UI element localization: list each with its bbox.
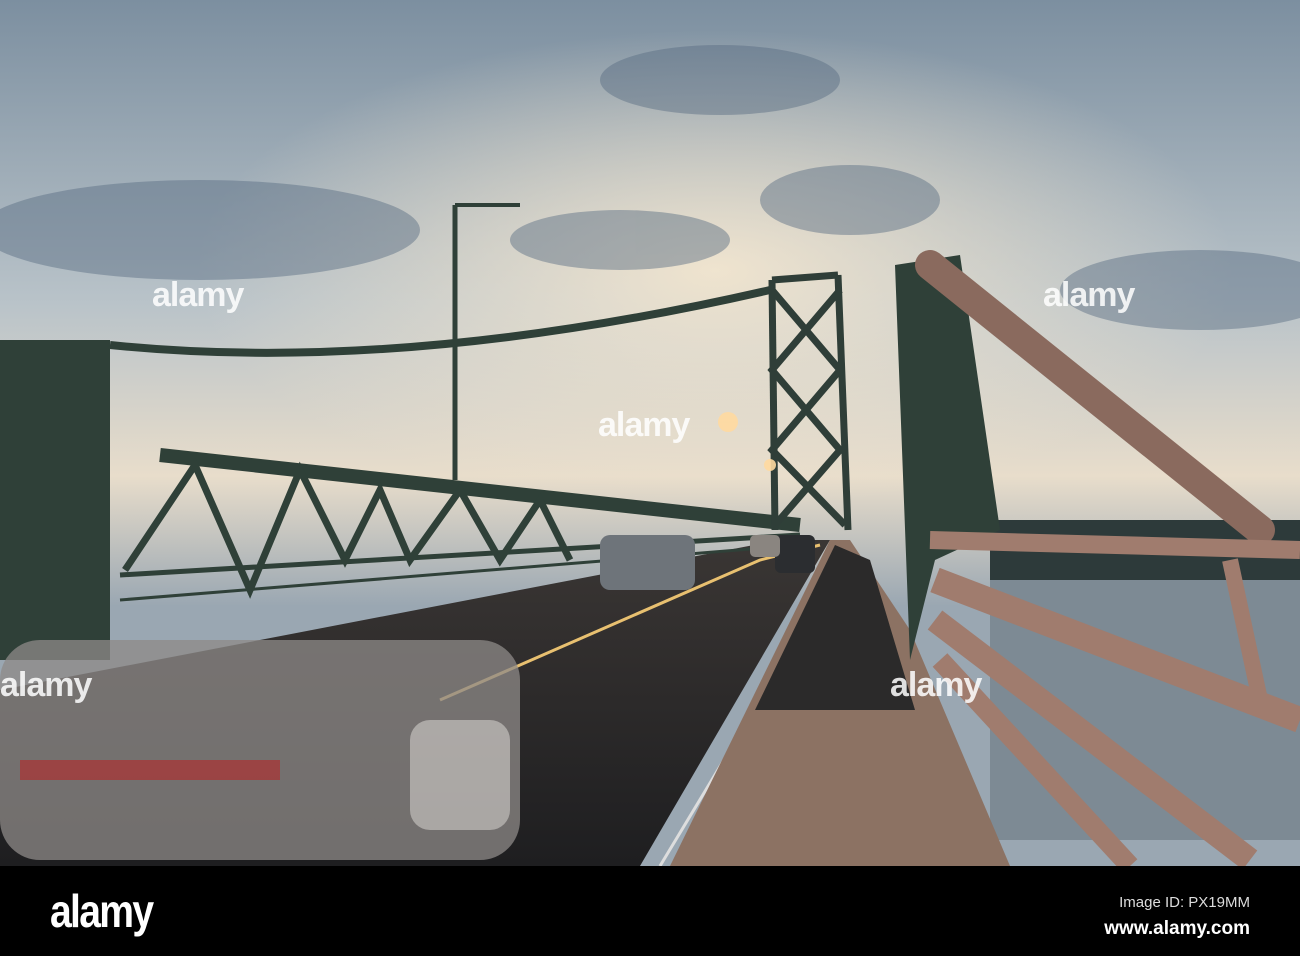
- bridge-photo: alamy alamy alamy alamy alamy: [0, 0, 1300, 866]
- footer-bar: alamy Image ID: PX19MM www.alamy.com: [0, 866, 1300, 956]
- website-link[interactable]: www.alamy.com: [1104, 918, 1250, 940]
- car: [600, 535, 695, 590]
- watermark: alamy: [0, 666, 92, 704]
- car: [750, 535, 780, 557]
- image-id: Image ID: PX19MM: [1119, 894, 1250, 911]
- watermark: alamy: [890, 666, 982, 704]
- watermark: alamy: [152, 276, 244, 314]
- alamy-logo[interactable]: alamy: [50, 884, 154, 938]
- watermark: alamy: [598, 406, 690, 444]
- watermark: alamy: [1043, 276, 1135, 314]
- car: [775, 535, 815, 573]
